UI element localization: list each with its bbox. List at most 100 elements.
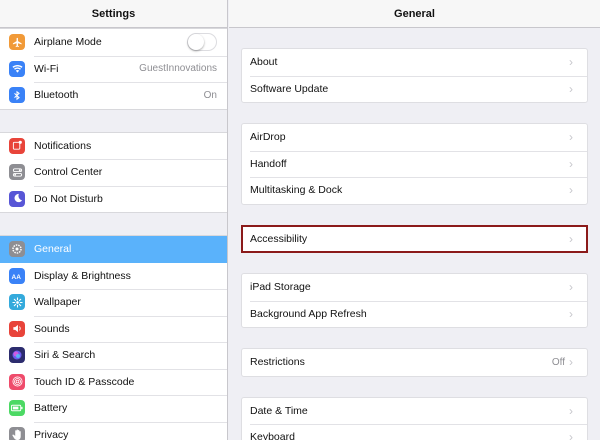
- sidebar-item-privacy[interactable]: Privacy: [0, 421, 227, 440]
- battery-icon: [9, 400, 25, 416]
- general-group-accessibility: Accessibility ›: [241, 224, 588, 253]
- bluetooth-status-value: On: [203, 89, 217, 101]
- general-item-label: Keyboard: [250, 431, 295, 440]
- chevron-right-icon: ›: [569, 355, 573, 369]
- chevron-right-icon: ›: [569, 156, 573, 171]
- moon-icon: [9, 190, 25, 207]
- chevron-right-icon: ›: [569, 183, 573, 197]
- sidebar-item-label: Sounds: [34, 322, 70, 335]
- general-item-ipad-storage[interactable]: iPad Storage ›: [242, 274, 587, 301]
- general-item-label: AirDrop: [250, 131, 286, 144]
- sidebar-item-notifications[interactable]: Notifications: [0, 133, 227, 160]
- general-item-background-app-refresh[interactable]: Background App Refresh ›: [242, 300, 587, 328]
- general-item-airdrop[interactable]: AirDrop ›: [242, 124, 587, 151]
- wallpaper-icon: [9, 294, 25, 310]
- notifications-icon: [9, 137, 25, 154]
- general-item-label: Multitasking & Dock: [250, 184, 343, 197]
- general-item-accessibility[interactable]: Accessibility ›: [241, 224, 588, 253]
- privacy-hand-icon: [9, 426, 25, 440]
- chevron-right-icon: ›: [569, 306, 573, 321]
- airplane-mode-toggle[interactable]: [187, 33, 217, 51]
- general-group-date-keyboard: Date & Time › Keyboard ›: [241, 396, 588, 440]
- siri-icon: [9, 347, 25, 363]
- sidebar-group-connectivity: Airplane Mode Wi-Fi GuestInnovations Blu…: [0, 28, 227, 110]
- general-item-label: Date & Time: [250, 404, 308, 417]
- control-center-icon: [9, 164, 25, 180]
- bluetooth-icon: [9, 87, 25, 103]
- sidebar-item-wifi[interactable]: Wi-Fi GuestInnovations: [0, 55, 227, 83]
- svg-text:AA: AA: [12, 274, 22, 281]
- general-item-keyboard[interactable]: Keyboard ›: [242, 424, 587, 440]
- sidebar-item-label: Display & Brightness: [34, 269, 131, 282]
- chevron-right-icon: ›: [569, 55, 573, 69]
- sidebar-item-label: Privacy: [34, 428, 69, 440]
- toggle-knob: [188, 34, 204, 50]
- sidebar-item-label: Wi-Fi: [34, 62, 59, 75]
- settings-sidebar: Settings Airplane Mode Wi-Fi GuestInnova…: [0, 0, 228, 440]
- sidebar-item-label: Battery: [34, 402, 68, 415]
- sidebar-item-label: Airplane Mode: [34, 36, 102, 49]
- general-group-storage: iPad Storage › Background App Refresh ›: [241, 273, 588, 328]
- general-item-label: iPad Storage: [250, 281, 311, 294]
- general-item-label: Restrictions: [250, 356, 305, 369]
- sidebar-item-label: Touch ID & Passcode: [34, 375, 135, 388]
- sidebar-item-general[interactable]: General: [0, 236, 227, 263]
- sidebar-item-label: Do Not Disturb: [34, 192, 103, 205]
- chevron-right-icon: ›: [569, 403, 573, 418]
- chevron-right-icon: ›: [569, 430, 573, 440]
- general-item-label: About: [250, 56, 278, 69]
- sidebar-item-display-brightness[interactable]: AA Display & Brightness: [0, 263, 227, 290]
- general-group-continuity: AirDrop › Handoff › Multitasking & Dock …: [241, 123, 588, 205]
- sidebar-item-label: Bluetooth: [34, 89, 79, 102]
- sidebar-group-notifications: Notifications Control Center Do Not Dist…: [0, 131, 227, 213]
- sidebar-item-touch-id-passcode[interactable]: Touch ID & Passcode: [0, 368, 227, 396]
- wifi-network-value: GuestInnovations: [139, 63, 217, 75]
- general-item-about[interactable]: About ›: [242, 49, 587, 76]
- sidebar-item-siri-search[interactable]: Siri & Search: [0, 342, 227, 369]
- sidebar-item-battery[interactable]: Battery: [0, 395, 227, 422]
- sidebar-item-label: Control Center: [34, 166, 103, 179]
- fingerprint-icon: [9, 373, 25, 390]
- sidebar-item-label: Siri & Search: [34, 349, 96, 362]
- sidebar-title: Settings: [0, 0, 227, 28]
- general-detail-pane: General About › Software Update › AirDro…: [229, 0, 600, 440]
- general-item-multitasking-dock[interactable]: Multitasking & Dock ›: [242, 177, 587, 204]
- sidebar-item-label: Notifications: [34, 139, 92, 152]
- chevron-right-icon: ›: [569, 280, 573, 294]
- general-item-software-update[interactable]: Software Update ›: [242, 75, 587, 103]
- chevron-right-icon: ›: [569, 81, 573, 96]
- airplane-icon: [9, 34, 25, 50]
- general-item-label: Background App Refresh: [250, 307, 367, 320]
- general-item-label: Software Update: [250, 82, 329, 95]
- detail-title: General: [229, 0, 600, 28]
- chevron-right-icon: ›: [569, 231, 573, 246]
- sidebar-item-sounds[interactable]: Sounds: [0, 315, 227, 343]
- sidebar-item-label: Wallpaper: [34, 296, 81, 309]
- sidebar-item-wallpaper[interactable]: Wallpaper: [0, 289, 227, 316]
- wifi-icon: [9, 60, 25, 77]
- general-group-restrictions: Restrictions Off ›: [241, 348, 588, 377]
- general-item-restrictions[interactable]: Restrictions Off ›: [242, 349, 587, 376]
- sidebar-item-do-not-disturb[interactable]: Do Not Disturb: [0, 185, 227, 213]
- sidebar-item-bluetooth[interactable]: Bluetooth On: [0, 82, 227, 109]
- sidebar-item-label: General: [34, 243, 72, 256]
- sounds-icon: [9, 320, 25, 337]
- general-item-date-time[interactable]: Date & Time ›: [242, 398, 587, 425]
- gear-icon: [9, 241, 25, 257]
- general-item-handoff[interactable]: Handoff ›: [242, 150, 587, 178]
- general-item-label: Accessibility: [250, 232, 308, 245]
- sidebar-group-system: General AA Display & Brightness Wallpape…: [0, 235, 227, 440]
- general-group-about: About › Software Update ›: [241, 48, 588, 103]
- sidebar-item-airplane-mode[interactable]: Airplane Mode: [0, 29, 227, 56]
- restrictions-status-value: Off: [551, 356, 565, 368]
- sidebar-item-control-center[interactable]: Control Center: [0, 159, 227, 186]
- display-brightness-icon: AA: [9, 267, 25, 284]
